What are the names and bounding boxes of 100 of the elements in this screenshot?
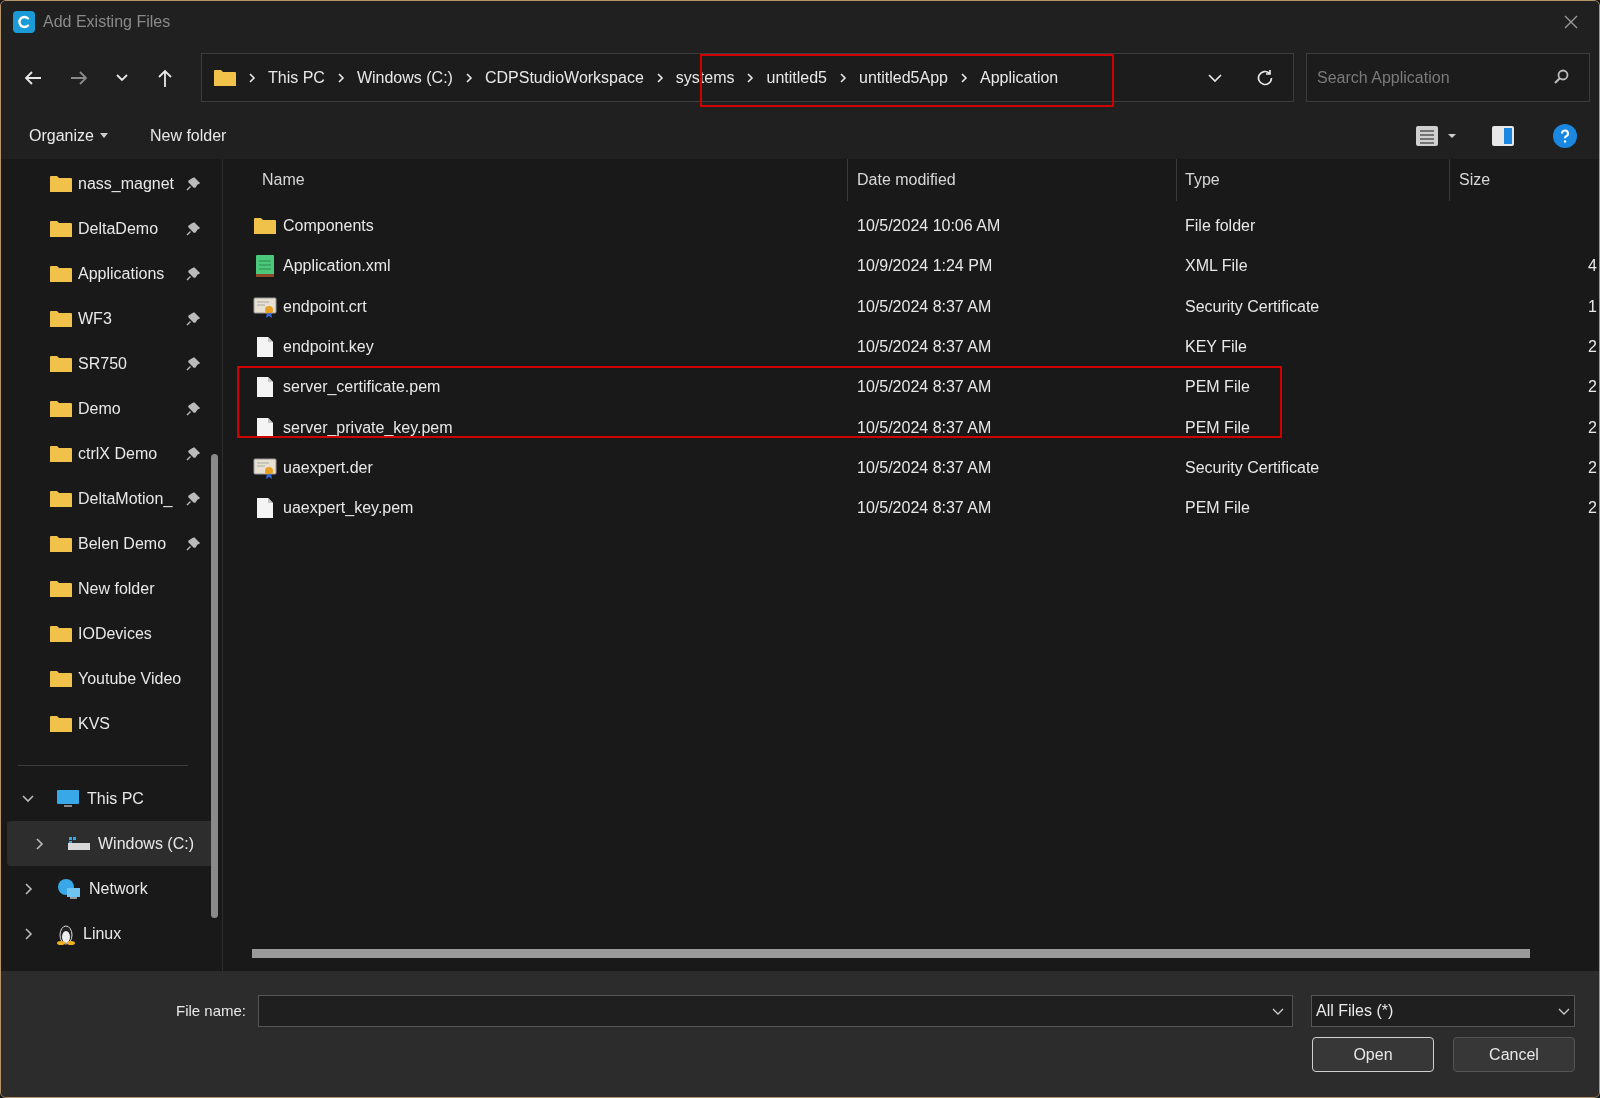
file-name[interactable]: uaexpert_key.pem [283, 496, 414, 521]
pin-icon[interactable] [186, 446, 200, 461]
date-cell: 10/5/2024 8:37 AM [857, 458, 992, 476]
column-header[interactable]: Size [1459, 168, 1491, 192]
folder-icon [50, 669, 72, 688]
sidebar-item[interactable]: Demo [78, 396, 188, 421]
file-icon [257, 417, 273, 438]
sidebar-item[interactable]: New folder [78, 576, 188, 601]
tree-item[interactable]: Linux [83, 921, 122, 946]
new-folder-button[interactable]: New folder [149, 123, 227, 148]
help-icon[interactable] [1553, 123, 1577, 148]
folder-icon [50, 714, 72, 733]
file-icon [257, 337, 273, 358]
sidebar-item[interactable]: IODevices [78, 621, 188, 646]
type-cell: Security Certificate [1185, 297, 1320, 315]
folder-icon [254, 217, 276, 236]
chevron-right-icon [839, 72, 847, 83]
file-type-dropdown[interactable]: All Files (*) [1311, 995, 1575, 1027]
pin-icon[interactable] [186, 356, 200, 371]
caret-icon [99, 133, 108, 138]
refresh-icon[interactable] [1255, 67, 1275, 88]
pin-icon[interactable] [186, 221, 200, 236]
search-field[interactable]: Search Application [1306, 53, 1590, 102]
folder-icon [50, 309, 72, 328]
file-name[interactable]: endpoint.crt [283, 294, 367, 319]
sidebar-item[interactable]: KVS [78, 711, 188, 736]
file-name[interactable]: server_certificate.pem [283, 375, 441, 400]
pin-icon[interactable] [186, 176, 200, 191]
breadcrumb[interactable]: untitled5App [859, 65, 948, 90]
file-name[interactable]: uaexpert.der [283, 455, 373, 480]
folder-icon [50, 399, 72, 418]
certificate-icon [253, 295, 277, 318]
scrollbar[interactable] [211, 454, 218, 918]
pin-icon[interactable] [186, 536, 200, 551]
size-cell-text: 2 [1588, 457, 1597, 478]
view-list-icon[interactable] [1415, 124, 1457, 147]
pin-icon[interactable] [186, 266, 200, 281]
monitor-icon [57, 788, 79, 809]
type-cell: Security Certificate [1185, 458, 1320, 476]
type-cell: PEM File [1185, 499, 1250, 517]
window-title: Add Existing Files [43, 12, 171, 32]
organize-menu[interactable]: Organize [29, 123, 108, 148]
folder-icon [50, 264, 72, 283]
folder-icon [50, 354, 72, 373]
file-name[interactable]: Application.xml [283, 254, 391, 279]
type-cell: XML File [1185, 257, 1248, 275]
pin-icon[interactable] [186, 311, 200, 326]
breadcrumb[interactable]: CDPStudioWorkspace [484, 65, 644, 90]
column-header[interactable]: Name [262, 168, 305, 192]
dialog-button[interactable]: Cancel [1453, 1037, 1575, 1072]
xml-file-icon [256, 255, 274, 278]
folder-icon [50, 624, 72, 643]
tree-item[interactable]: Network [89, 876, 148, 901]
folder-icon [50, 534, 72, 553]
horizontal-scrollbar[interactable] [252, 949, 1530, 958]
close-icon[interactable] [1563, 14, 1579, 30]
size-cell-text: 2 [1588, 417, 1597, 438]
app-icon [13, 11, 35, 33]
sidebar-item[interactable]: WF3 [78, 306, 188, 331]
type-cell: File folder [1185, 217, 1256, 235]
size-cell-text: 1 [1588, 296, 1597, 317]
chevron-right-icon [959, 72, 968, 83]
type-cell: PEM File [1185, 378, 1250, 396]
sidebar-item[interactable]: DeltaDemo [78, 216, 188, 241]
column-header[interactable]: Date modified [857, 168, 956, 192]
file-name[interactable]: endpoint.key [283, 335, 374, 360]
breadcrumb[interactable]: This PC [268, 65, 325, 90]
file-name-field[interactable] [258, 995, 1293, 1027]
breadcrumb[interactable]: Windows (C:) [356, 65, 453, 90]
file-name[interactable]: server_private_key.pem [283, 415, 453, 440]
breadcrumb[interactable]: untitled5 [766, 65, 827, 90]
chevron-right-icon [464, 72, 473, 83]
size-cell-text: 2 [1588, 337, 1597, 358]
pin-icon[interactable] [186, 401, 200, 416]
tree-item[interactable]: This PC [87, 786, 144, 811]
date-cell: 10/5/2024 8:37 AM [857, 297, 992, 315]
date-cell: 10/9/2024 1:24 PM [857, 257, 993, 275]
sidebar-item[interactable]: Youtube Video [78, 666, 188, 691]
sidebar-item[interactable]: SR750 [78, 351, 188, 376]
certificate-icon [253, 456, 277, 479]
sidebar-item[interactable]: Applications [78, 261, 188, 286]
breadcrumb[interactable]: Application [979, 65, 1059, 90]
folder-icon [50, 174, 72, 193]
pin-icon[interactable] [186, 491, 200, 506]
drive-icon [68, 835, 90, 852]
sidebar-item[interactable]: DeltaMotion_ [78, 486, 188, 511]
dialog-button[interactable]: Open [1312, 1037, 1434, 1072]
size-cell-text: 2 [1588, 498, 1597, 519]
search-icon[interactable] [1552, 68, 1570, 86]
type-cell: PEM File [1185, 418, 1250, 436]
sidebar-item[interactable]: nass_magnet [78, 171, 188, 196]
sidebar-item[interactable]: ctrlX Demo [78, 441, 188, 466]
file-name[interactable]: Components [283, 214, 374, 239]
preview-pane-icon[interactable] [1491, 124, 1515, 147]
date-cell: 10/5/2024 10:06 AM [857, 217, 1001, 235]
folder-icon [50, 489, 72, 508]
sidebar-item[interactable]: Belen Demo [78, 531, 188, 556]
date-cell: 10/5/2024 8:37 AM [857, 378, 992, 396]
date-cell: 10/5/2024 8:37 AM [857, 418, 992, 436]
column-header[interactable]: Type [1185, 168, 1220, 192]
